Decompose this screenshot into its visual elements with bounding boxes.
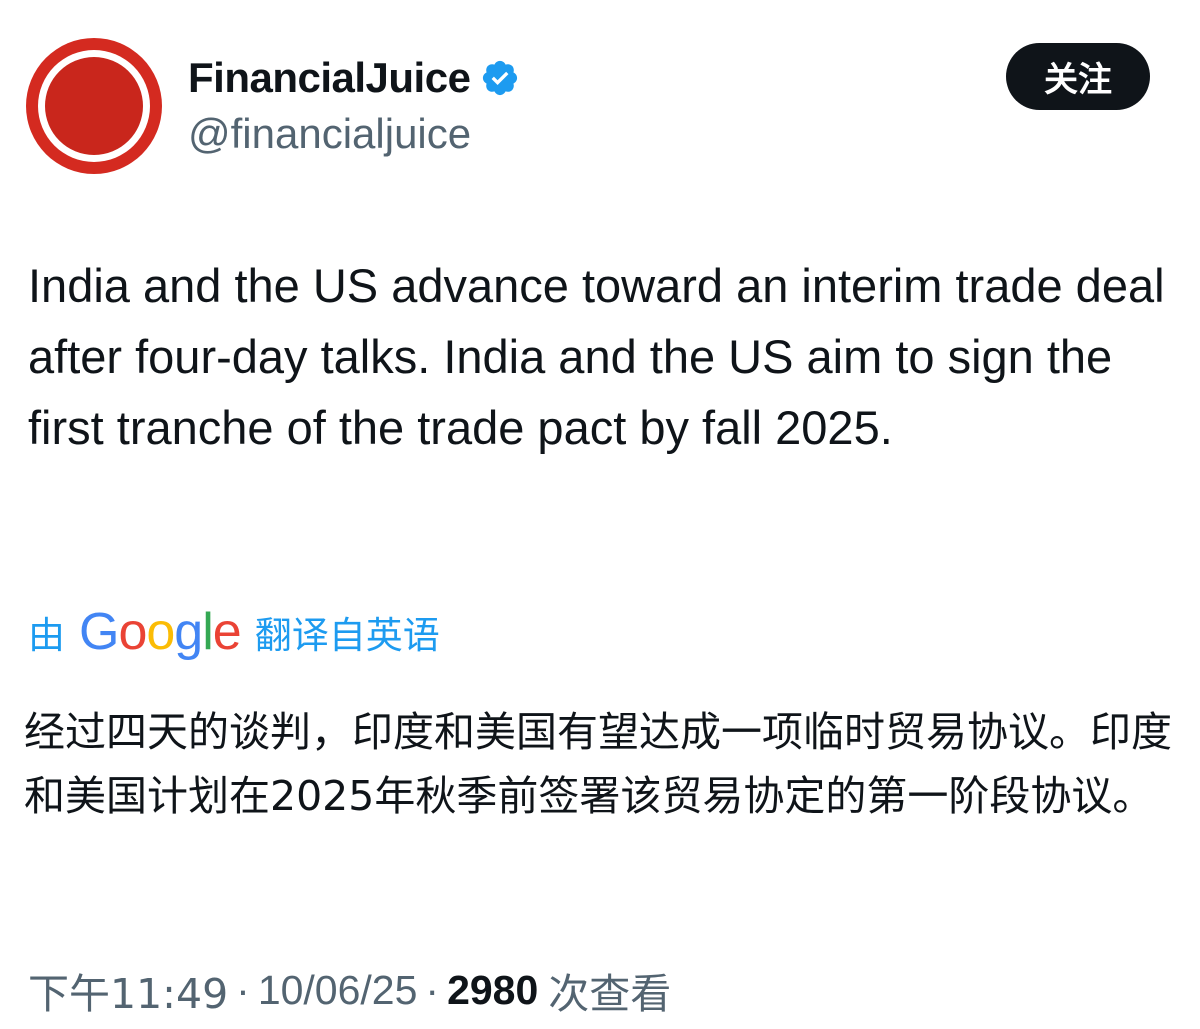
- translation-prefix: 由: [28, 614, 65, 657]
- translated-tweet-text: 经过四天的谈判，印度和美国有望达成一项临时贸易协议。印度和美国计划在2025年秋…: [24, 708, 1172, 820]
- meta-separator: ·: [425, 966, 440, 1013]
- tweet-meta: 下午11:49 · 10/06/25 · 2980 次查看: [28, 960, 672, 1020]
- avatar[interactable]: [26, 38, 162, 174]
- views-count[interactable]: 2980: [447, 967, 538, 1014]
- tweet-date[interactable]: 10/06/25: [258, 967, 418, 1014]
- translation-suffix: 翻译自英语: [254, 614, 440, 657]
- translation-attribution[interactable]: 由 Google 翻译自英语: [28, 600, 440, 664]
- author-handle[interactable]: @financialjuice: [188, 110, 471, 158]
- verified-badge-icon: [483, 60, 518, 96]
- follow-button[interactable]: 关注: [1006, 43, 1150, 110]
- views-label: 次查看: [548, 970, 672, 1018]
- avatar-ring: [38, 50, 150, 162]
- author-name-row: FinancialJuice: [188, 50, 520, 106]
- author-display-name[interactable]: FinancialJuice: [188, 54, 471, 102]
- avatar-core: [45, 57, 143, 155]
- tweet-time[interactable]: 下午11:49: [28, 960, 228, 1020]
- meta-separator: ·: [236, 966, 250, 1013]
- tweet-text: India and the US advance toward an inter…: [28, 259, 1165, 454]
- google-logo: Google: [79, 603, 242, 661]
